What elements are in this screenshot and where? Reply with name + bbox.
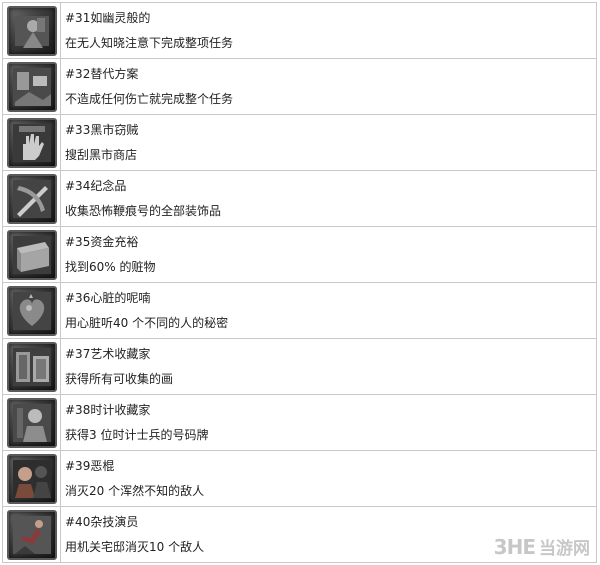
- chest-icon: [6, 229, 57, 280]
- achievement-title: #38时计收藏家: [65, 402, 151, 417]
- scene-alternative-icon: [6, 61, 57, 112]
- icon-cell: [3, 451, 61, 506]
- achievement-description: 收集恐怖鞭痕号的全部装饰品: [65, 204, 222, 219]
- icon-cell: [3, 59, 61, 114]
- watermark-text: 当游网: [539, 539, 590, 559]
- table-row: #38时计收藏家 获得3 位时计士兵的号码牌: [3, 395, 597, 451]
- table-row: #33黑市窃贼 搜刮黑市商店: [3, 115, 597, 171]
- table-row: #37艺术收藏家 获得所有可收集的画: [3, 339, 597, 395]
- achievement-description: 找到60% 的赃物: [65, 260, 156, 275]
- table-row: #36心脏的呢喃 用心脏听40 个不同的人的秘密: [3, 283, 597, 339]
- table-row: #39恶棍 消灭20 个浑然不知的敌人: [3, 451, 597, 507]
- paintings-icon: [6, 341, 57, 392]
- achievement-description: 在无人知晓注意下完成整项任务: [65, 36, 234, 51]
- acrobat-icon: [6, 509, 57, 560]
- text-cell: #36心脏的呢喃 用心脏听40 个不同的人的秘密: [61, 283, 597, 338]
- icon-cell: [3, 507, 61, 562]
- heart-icon: [6, 285, 57, 336]
- icon-cell: [3, 171, 61, 226]
- achievement-title: #32替代方案: [65, 66, 139, 81]
- table-row: #32替代方案 不造成任何伤亡就完成整个任务: [3, 59, 597, 115]
- icon-cell: [3, 227, 61, 282]
- achievement-description: 不造成任何伤亡就完成整个任务: [65, 92, 234, 107]
- table-row: #35资金充裕 找到60% 的赃物: [3, 227, 597, 283]
- icon-cell: [3, 339, 61, 394]
- table-row: #31如幽灵般的 在无人知晓注意下完成整项任务: [3, 3, 597, 59]
- achievement-title: #39恶棍: [65, 458, 115, 473]
- achievement-description: 用心脏听40 个不同的人的秘密: [65, 316, 229, 331]
- crossed-blades-icon: [6, 173, 57, 224]
- site-watermark: 3HE 当游网: [493, 534, 590, 560]
- icon-cell: [3, 3, 61, 58]
- text-cell: #34纪念品 收集恐怖鞭痕号的全部装饰品: [61, 171, 597, 226]
- achievement-description: 搜刮黑市商店: [65, 148, 138, 163]
- achievement-description: 消灭20 个浑然不知的敌人: [65, 484, 205, 499]
- text-cell: #39恶棍 消灭20 个浑然不知的敌人: [61, 451, 597, 506]
- achievement-title: #33黑市窃贼: [65, 122, 139, 137]
- icon-cell: [3, 283, 61, 338]
- icon-cell: [3, 115, 61, 170]
- watermark-logo: 3HE: [493, 534, 536, 559]
- ghost-figure-icon: [6, 5, 57, 56]
- achievement-table: #31如幽灵般的 在无人知晓注意下完成整项任务 #32替代方案 不造成任何伤亡就…: [2, 2, 597, 563]
- villain-icon: [6, 453, 57, 504]
- achievement-title: #37艺术收藏家: [65, 346, 151, 361]
- table-row: #34纪念品 收集恐怖鞭痕号的全部装饰品: [3, 171, 597, 227]
- text-cell: #31如幽灵般的 在无人知晓注意下完成整项任务: [61, 3, 597, 58]
- text-cell: #38时计收藏家 获得3 位时计士兵的号码牌: [61, 395, 597, 450]
- achievement-description: 获得3 位时计士兵的号码牌: [65, 428, 209, 443]
- achievement-title: #34纪念品: [65, 178, 127, 193]
- achievement-title: #35资金充裕: [65, 234, 139, 249]
- achievement-title: #36心脏的呢喃: [65, 290, 151, 305]
- text-cell: #33黑市窃贼 搜刮黑市商店: [61, 115, 597, 170]
- text-cell: #32替代方案 不造成任何伤亡就完成整个任务: [61, 59, 597, 114]
- hand-icon: [6, 117, 57, 168]
- clock-soldier-icon: [6, 397, 57, 448]
- achievement-title: #40杂技演员: [65, 514, 139, 529]
- text-cell: #35资金充裕 找到60% 的赃物: [61, 227, 597, 282]
- achievement-title: #31如幽灵般的: [65, 10, 151, 25]
- icon-cell: [3, 395, 61, 450]
- achievement-description: 获得所有可收集的画: [65, 372, 174, 387]
- text-cell: #37艺术收藏家 获得所有可收集的画: [61, 339, 597, 394]
